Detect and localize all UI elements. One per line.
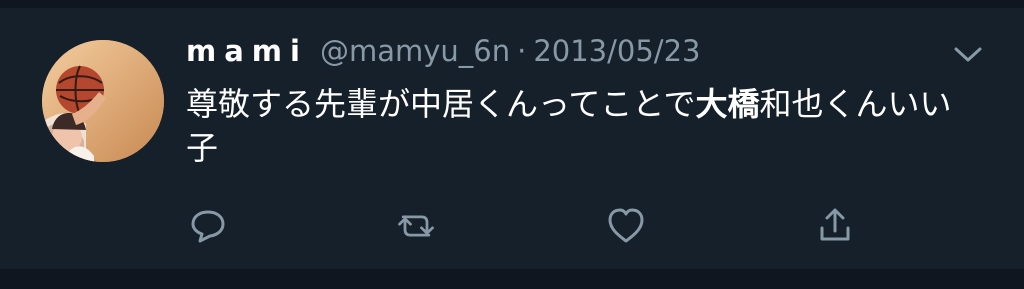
share-icon bbox=[820, 208, 850, 241]
like-button[interactable] bbox=[604, 204, 648, 248]
user-handle[interactable]: @mamyu_6n bbox=[320, 34, 510, 68]
header-separator: · bbox=[517, 34, 527, 68]
tweet-text-highlight: 大橋 bbox=[695, 85, 760, 123]
heart-icon bbox=[608, 208, 644, 243]
retweet-button[interactable] bbox=[394, 204, 438, 248]
reply-button[interactable] bbox=[186, 204, 230, 248]
share-button[interactable] bbox=[813, 204, 857, 248]
reply-icon bbox=[191, 210, 225, 243]
bottom-divider bbox=[0, 269, 1024, 289]
display-name[interactable]: mami bbox=[186, 34, 308, 68]
chevron-down-icon[interactable] bbox=[950, 40, 986, 68]
tweet-actions bbox=[186, 204, 876, 248]
tweet-card[interactable]: mami @mamyu_6n · 2013/05/23 尊敬する先輩が中居くんっ… bbox=[0, 0, 1024, 289]
tweet-date[interactable]: 2013/05/23 bbox=[533, 34, 700, 68]
tweet-text-start: 尊敬する先輩が中居くんってことで bbox=[186, 85, 696, 123]
user-avatar[interactable] bbox=[42, 40, 164, 162]
tweet-header: mami @mamyu_6n · 2013/05/23 bbox=[186, 34, 700, 78]
retweet-icon bbox=[398, 215, 434, 237]
top-divider bbox=[0, 0, 1024, 8]
tweet-text: 尊敬する先輩が中居くんってことで大橋和也くんいい子 bbox=[186, 82, 966, 170]
